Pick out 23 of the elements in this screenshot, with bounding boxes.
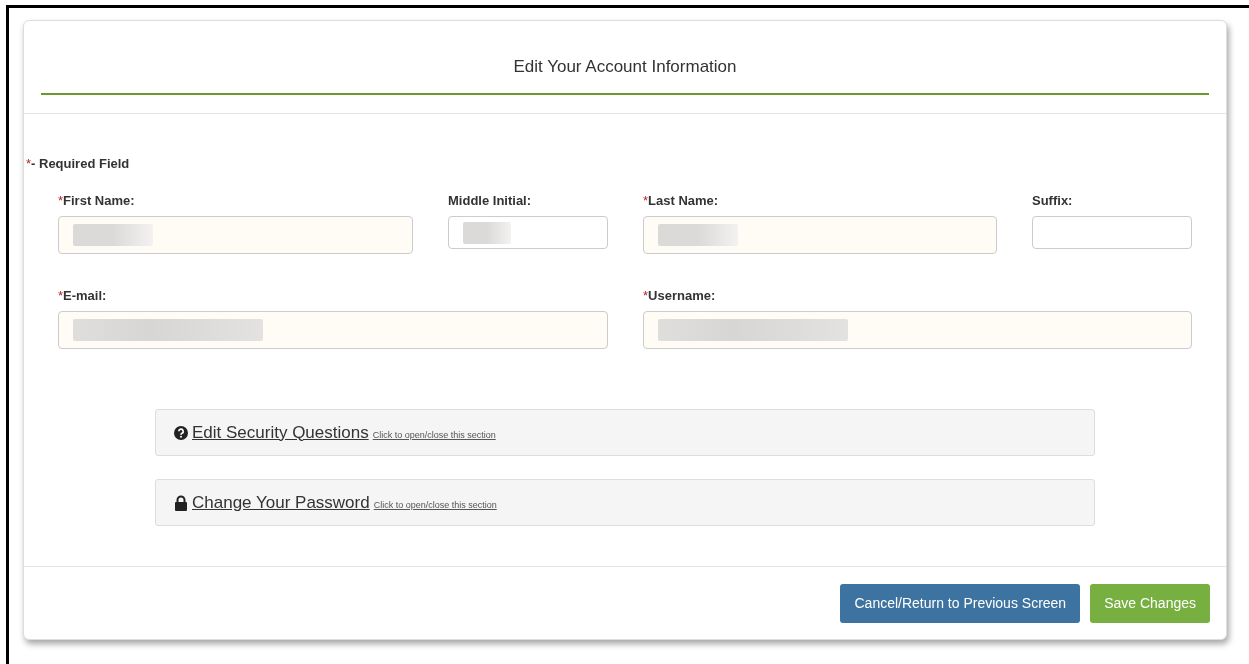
input-field[interactable] (58, 216, 413, 254)
required-field-note: *- Required Field (26, 156, 131, 171)
field-label: *Username: (643, 288, 717, 303)
field-label: Middle Initial: (448, 193, 533, 208)
input-field[interactable] (643, 311, 1192, 349)
lock-icon (174, 494, 188, 511)
field-label: Suffix: (1032, 193, 1074, 208)
field-label: *E-mail: (58, 288, 108, 303)
input-field[interactable] (448, 216, 608, 249)
cancel-button[interactable]: Cancel/Return to Previous Screen (840, 583, 1081, 623)
input-field[interactable] (643, 216, 997, 254)
section-hint-link[interactable]: Click to open/close this section (373, 500, 497, 510)
collapsible-section[interactable]: Edit Security Questions Click to open/close this section (155, 409, 1095, 456)
input-field[interactable] (1032, 216, 1192, 249)
section-hint-link[interactable]: Click to open/close this section (372, 430, 496, 440)
page-title: Edit Your Account Information (513, 57, 737, 77)
input-field[interactable] (58, 311, 608, 349)
field-label: *Last Name: (643, 193, 720, 208)
collapsible-section[interactable]: Change Your Password Click to open/close this section (155, 479, 1095, 526)
section-title-link[interactable]: Edit Security Questions (192, 422, 369, 443)
section-title-link[interactable]: Change Your Password (192, 492, 370, 513)
field-label: *First Name: (58, 193, 136, 208)
question-icon (174, 425, 188, 440)
